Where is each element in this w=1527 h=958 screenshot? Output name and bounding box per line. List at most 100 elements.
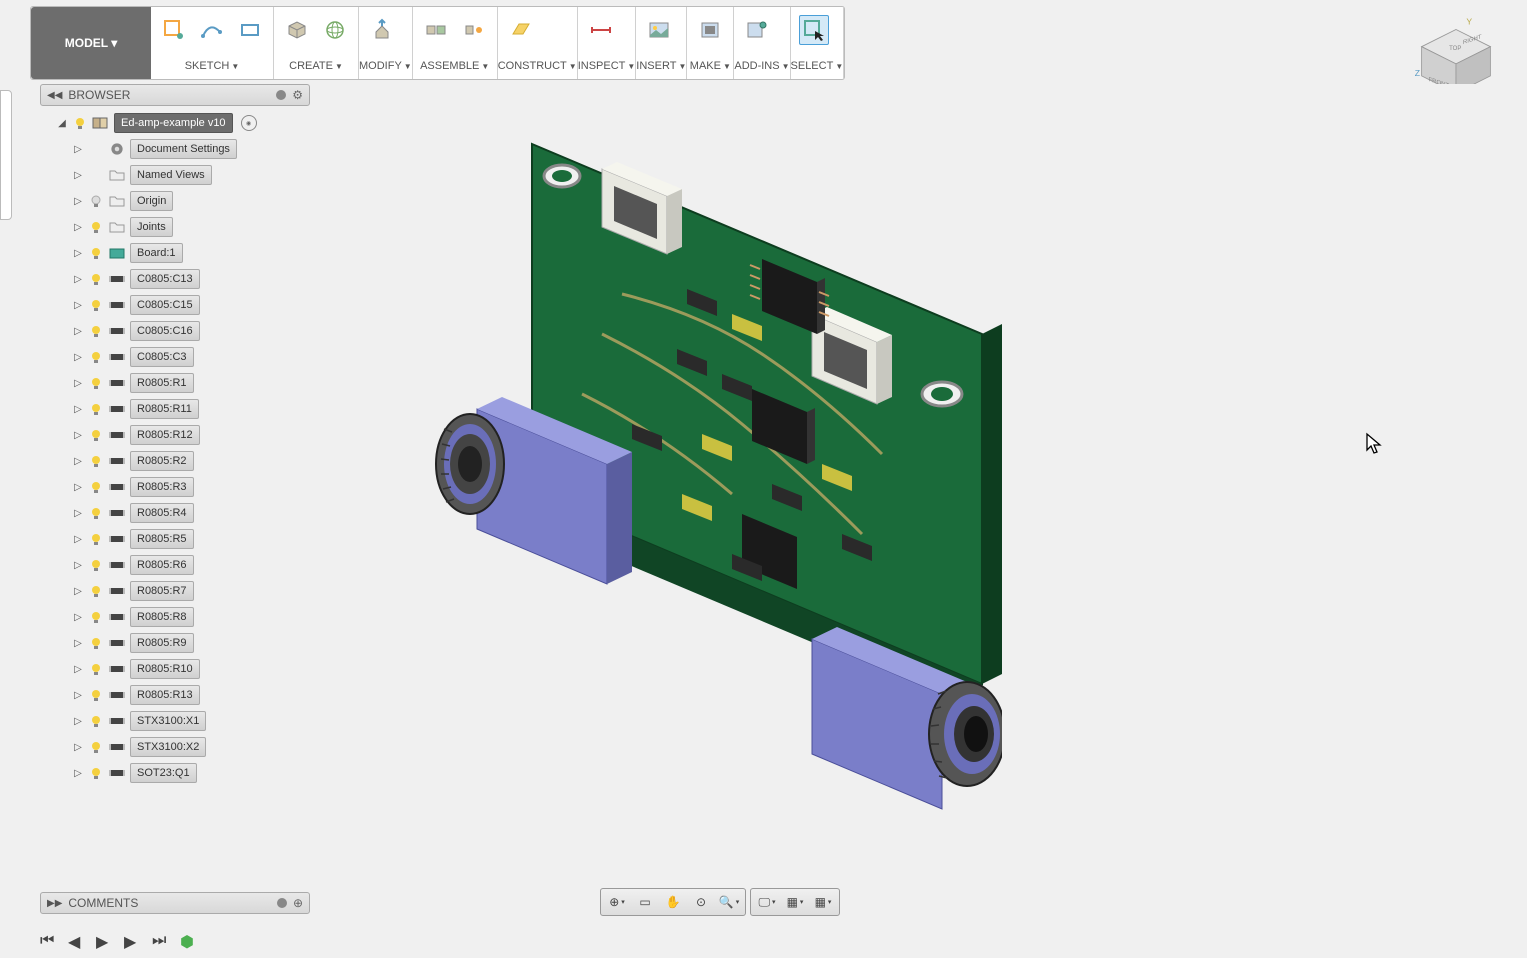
bulb-icon[interactable]	[88, 323, 104, 339]
go-start-icon[interactable]: ⏮	[40, 932, 56, 948]
expand-arrow-icon[interactable]: ▷	[72, 611, 84, 623]
expand-arrow-icon[interactable]: ▷	[72, 533, 84, 545]
tree-item[interactable]: ▷R0805:R11	[40, 396, 310, 422]
expand-arrow-icon[interactable]: ▷	[72, 143, 84, 155]
expand-arrow-icon[interactable]: ▷	[72, 767, 84, 779]
collapse-icon[interactable]: ◀◀	[47, 90, 62, 101]
comments-panel[interactable]: ▶▶ COMMENTS ⊕	[40, 892, 310, 914]
press-pull-icon[interactable]	[367, 15, 397, 45]
bulb-icon[interactable]	[88, 583, 104, 599]
joint-origin-icon[interactable]	[459, 15, 489, 45]
tree-item[interactable]: ▷C0805:C13	[40, 266, 310, 292]
tree-item[interactable]: ▷R0805:R12	[40, 422, 310, 448]
expand-arrow-icon[interactable]: ▷	[72, 689, 84, 701]
look-at-icon[interactable]: ▭	[631, 891, 659, 913]
expand-arrow-icon[interactable]: ▷	[72, 637, 84, 649]
bulb-icon[interactable]	[88, 271, 104, 287]
bulb-icon[interactable]	[88, 401, 104, 417]
bulb-icon[interactable]	[88, 193, 104, 209]
tree-item[interactable]: ▷R0805:R2	[40, 448, 310, 474]
viewport-3d[interactable]	[312, 84, 1527, 880]
expand-arrow-icon[interactable]: ▷	[72, 169, 84, 181]
expand-arrow-icon[interactable]: ▷	[72, 559, 84, 571]
expand-arrow-icon[interactable]: ▷	[72, 273, 84, 285]
tree-item[interactable]: ▷R0805:R6	[40, 552, 310, 578]
bulb-icon[interactable]	[88, 687, 104, 703]
toolbar-label-sketch[interactable]: SKETCH ▼	[151, 53, 273, 79]
tree-item[interactable]: ▷Joints	[40, 214, 310, 240]
toolbar-label-insert[interactable]: INSERT ▼	[636, 53, 686, 79]
tree-item[interactable]: ▷R0805:R3	[40, 474, 310, 500]
expand-arrow-icon[interactable]: ▷	[72, 663, 84, 675]
image-icon[interactable]	[644, 15, 674, 45]
pin-icon[interactable]	[276, 90, 286, 100]
bulb-icon[interactable]	[88, 713, 104, 729]
scripts-icon[interactable]	[742, 15, 772, 45]
rectangle-icon[interactable]	[235, 15, 265, 45]
tree-item[interactable]: ▷R0805:R7	[40, 578, 310, 604]
tree-item[interactable]: ▷R0805:R10	[40, 656, 310, 682]
expand-icon[interactable]: ▶▶	[47, 898, 62, 909]
add-icon[interactable]: ⊕	[293, 896, 303, 910]
pin-icon[interactable]	[277, 898, 287, 908]
go-end-icon[interactable]: ⏭	[152, 932, 168, 948]
expand-arrow-icon[interactable]: ▷	[72, 351, 84, 363]
tree-item[interactable]: ▷SOT23:Q1	[40, 760, 310, 786]
tree-item[interactable]: ▷Origin	[40, 188, 310, 214]
bulb-icon[interactable]	[88, 531, 104, 547]
toolbar-label-add-ins[interactable]: ADD-INS ▼	[734, 53, 789, 79]
bulb-icon[interactable]	[88, 661, 104, 677]
3d-print-icon[interactable]	[695, 15, 725, 45]
toolbar-label-modify[interactable]: MODIFY ▼	[359, 53, 412, 79]
expand-arrow-icon[interactable]: ▷	[72, 325, 84, 337]
expand-arrow-icon[interactable]: ▷	[72, 481, 84, 493]
spline-icon[interactable]	[197, 15, 227, 45]
display-settings-icon[interactable]: 🖵	[753, 891, 781, 913]
sphere-icon[interactable]	[320, 15, 350, 45]
timeline-item-icon[interactable]: ⬢	[180, 932, 196, 948]
sketch-new-icon[interactable]	[159, 15, 189, 45]
expand-arrow-icon[interactable]: ▷	[72, 715, 84, 727]
activate-icon[interactable]: ◉	[241, 115, 257, 131]
toolbar-label-construct[interactable]: CONSTRUCT ▼	[498, 53, 577, 79]
tree-item[interactable]: ▷Named Views	[40, 162, 310, 188]
select-icon[interactable]	[799, 15, 829, 45]
toolbar-label-assemble[interactable]: ASSEMBLE ▼	[413, 53, 497, 79]
tree-item[interactable]: ▷C0805:C3	[40, 344, 310, 370]
pan-icon[interactable]: ✋	[659, 891, 687, 913]
expand-arrow-icon[interactable]: ▷	[72, 377, 84, 389]
workspace-model-button[interactable]: MODEL ▾	[31, 7, 151, 79]
bulb-icon[interactable]	[88, 479, 104, 495]
bulb-icon[interactable]	[88, 375, 104, 391]
bulb-icon[interactable]	[88, 297, 104, 313]
bulb-icon[interactable]	[88, 427, 104, 443]
tree-item[interactable]: ▷Board:1	[40, 240, 310, 266]
zoom-window-icon[interactable]: 🔍	[715, 891, 743, 913]
bulb-icon[interactable]	[88, 635, 104, 651]
settings-icon[interactable]: ⚙	[292, 88, 303, 102]
tree-item[interactable]: ▷C0805:C16	[40, 318, 310, 344]
browser-header[interactable]: ◀◀ BROWSER ⚙	[40, 84, 310, 106]
bulb-icon[interactable]	[88, 167, 104, 183]
expand-arrow-icon[interactable]: ▷	[72, 247, 84, 259]
expand-arrow-icon[interactable]: ▷	[72, 507, 84, 519]
zoom-icon[interactable]: ⊙	[687, 891, 715, 913]
expand-arrow-icon[interactable]: ▷	[72, 455, 84, 467]
step-back-icon[interactable]: ◀	[68, 932, 84, 948]
toolbar-label-select[interactable]: SELECT ▼	[791, 53, 844, 79]
grid-settings-icon[interactable]: ▦	[781, 891, 809, 913]
tree-item[interactable]: ▷R0805:R8	[40, 604, 310, 630]
toolbar-label-inspect[interactable]: INSPECT ▼	[578, 53, 636, 79]
bulb-icon[interactable]	[72, 115, 88, 131]
tree-root[interactable]: ◢ Ed-amp-example v10 ◉	[40, 110, 310, 136]
bulb-icon[interactable]	[88, 505, 104, 521]
bulb-icon[interactable]	[88, 453, 104, 469]
bulb-icon[interactable]	[88, 219, 104, 235]
toolbar-label-make[interactable]: MAKE ▼	[687, 53, 733, 79]
expand-arrow-icon[interactable]: ▷	[72, 195, 84, 207]
bulb-icon[interactable]	[88, 765, 104, 781]
tree-item[interactable]: ▷Document Settings	[40, 136, 310, 162]
orbit-icon[interactable]: ⊕	[603, 891, 631, 913]
tree-item[interactable]: ▷R0805:R13	[40, 682, 310, 708]
plane-icon[interactable]	[506, 15, 536, 45]
